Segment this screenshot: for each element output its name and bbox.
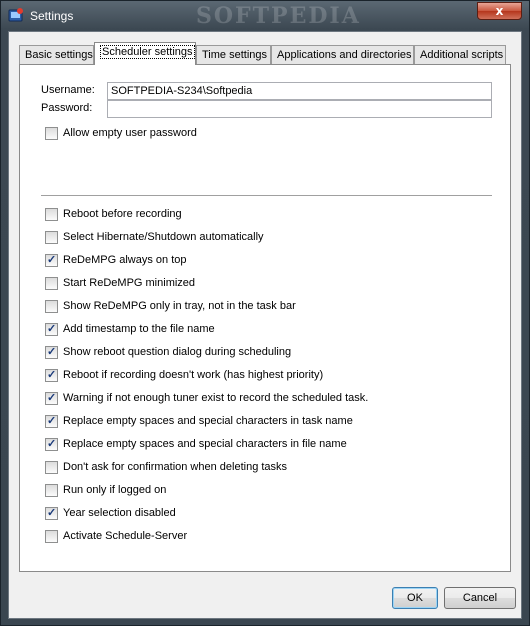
- password-field[interactable]: [107, 100, 492, 118]
- checkbox-label: Allow empty user password: [63, 127, 197, 139]
- option-checkbox[interactable]: Activate Schedule-Server: [45, 528, 187, 544]
- checkbox-label: Reboot if recording doesn't work (has hi…: [63, 369, 324, 381]
- checkbox-label: Warning if not enough tuner exist to rec…: [63, 392, 369, 404]
- checked-checkbox-box[interactable]: [45, 368, 58, 382]
- option-checkbox[interactable]: Reboot before recording: [45, 206, 182, 222]
- option-checkbox[interactable]: Replace empty spaces and special charact…: [45, 436, 347, 452]
- option-checkbox[interactable]: Start ReDeMPG minimized: [45, 275, 195, 291]
- checkbox-box[interactable]: [45, 483, 58, 497]
- watermark: SOFTPEDIA: [196, 3, 361, 29]
- checkbox-label: Show reboot question dialog during sched…: [63, 346, 292, 358]
- tab-additional-scripts[interactable]: Additional scripts: [414, 45, 506, 64]
- checkbox-box[interactable]: [45, 460, 58, 474]
- option-checkbox[interactable]: Replace empty spaces and special charact…: [45, 413, 353, 429]
- option-checkbox[interactable]: Show ReDeMPG only in tray, not in the ta…: [45, 298, 296, 314]
- checked-checkbox-box[interactable]: [45, 253, 58, 267]
- checkbox-label: Select Hibernate/Shutdown automatically: [63, 231, 264, 243]
- checkbox-box[interactable]: [45, 230, 58, 244]
- dialog-client-area: Basic settings Scheduler settings Time s…: [8, 31, 522, 619]
- checked-checkbox-box[interactable]: [45, 437, 58, 451]
- close-button[interactable]: x: [477, 2, 522, 20]
- checked-checkbox-box[interactable]: [45, 414, 58, 428]
- checkbox-label: Run only if logged on: [63, 484, 167, 496]
- tab-label: Basic settings: [25, 49, 93, 61]
- option-checkbox[interactable]: Add timestamp to the file name: [45, 321, 215, 337]
- checkbox-label: Reboot before recording: [63, 208, 182, 220]
- allow-empty-password-checkbox[interactable]: Allow empty user password: [45, 125, 197, 141]
- separator: [41, 195, 492, 197]
- checked-checkbox-box[interactable]: [45, 322, 58, 336]
- close-icon: x: [495, 4, 504, 18]
- checkbox-label: Replace empty spaces and special charact…: [63, 438, 347, 450]
- checkbox-label: Start ReDeMPG minimized: [63, 277, 196, 289]
- cancel-button[interactable]: Cancel: [444, 587, 516, 609]
- checkbox-label: Add timestamp to the file name: [63, 323, 215, 335]
- option-checkbox[interactable]: Year selection disabled: [45, 505, 176, 521]
- checkbox-label: Replace empty spaces and special charact…: [63, 415, 353, 427]
- tab-label: Time settings: [202, 49, 268, 61]
- checkbox-label: Don't ask for confirmation when deleting…: [63, 461, 288, 473]
- tab-basic-settings[interactable]: Basic settings: [19, 45, 94, 64]
- option-checkbox[interactable]: Run only if logged on: [45, 482, 166, 498]
- checked-checkbox-box[interactable]: [45, 506, 58, 520]
- checkbox-label: Show ReDeMPG only in tray, not in the ta…: [63, 300, 296, 312]
- title-bar[interactable]: Settings SOFTPEDIA x: [1, 1, 529, 31]
- checkbox-box[interactable]: [45, 529, 58, 543]
- scheduler-settings-panel: Username: SOFTPEDIA-S234\Softpedia Passw…: [19, 64, 511, 572]
- tab-label: Applications and directories: [277, 49, 412, 61]
- checkbox-box[interactable]: [45, 126, 58, 140]
- app-icon: [8, 8, 23, 22]
- checkbox-label: ReDeMPG always on top: [63, 254, 187, 266]
- checked-checkbox-box[interactable]: [45, 391, 58, 405]
- option-checkbox[interactable]: Warning if not enough tuner exist to rec…: [45, 390, 368, 406]
- tab-time-settings[interactable]: Time settings: [196, 45, 271, 64]
- password-label: Password:: [41, 102, 93, 114]
- checked-checkbox-box[interactable]: [45, 345, 58, 359]
- username-field[interactable]: SOFTPEDIA-S234\Softpedia: [107, 82, 492, 100]
- option-checkbox[interactable]: ReDeMPG always on top: [45, 252, 187, 268]
- checkbox-box[interactable]: [45, 207, 58, 221]
- tab-label: Additional scripts: [420, 49, 504, 61]
- tab-label: Scheduler settings: [100, 45, 195, 59]
- option-checkbox[interactable]: Select Hibernate/Shutdown automatically: [45, 229, 264, 245]
- checkbox-label: Year selection disabled: [63, 507, 176, 519]
- checkbox-box[interactable]: [45, 299, 58, 313]
- checkbox-box[interactable]: [45, 276, 58, 290]
- settings-window: Settings SOFTPEDIA x Basic settings Sche…: [0, 0, 530, 626]
- option-checkbox[interactable]: Reboot if recording doesn't work (has hi…: [45, 367, 323, 383]
- tab-scheduler-settings[interactable]: Scheduler settings: [94, 42, 196, 65]
- window-title: Settings: [30, 9, 74, 23]
- username-label: Username:: [41, 84, 95, 96]
- ok-button[interactable]: OK: [392, 587, 438, 609]
- tab-applications-and-directories[interactable]: Applications and directories: [271, 45, 414, 64]
- checkbox-label: Activate Schedule-Server: [63, 530, 188, 542]
- option-checkbox[interactable]: Show reboot question dialog during sched…: [45, 344, 291, 360]
- option-checkbox[interactable]: Don't ask for confirmation when deleting…: [45, 459, 287, 475]
